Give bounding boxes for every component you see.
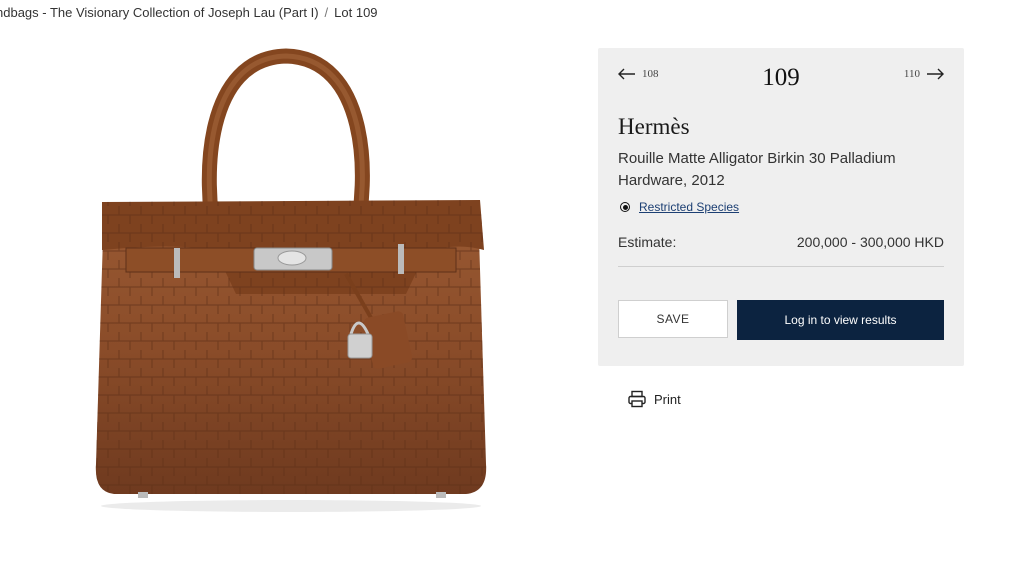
arrow-right-icon xyxy=(927,68,944,80)
estimate-row: Estimate: 200,000 - 300,000 HKD xyxy=(618,234,944,267)
breadcrumb: ndbags - The Visionary Collection of Jos… xyxy=(0,5,378,20)
next-lot-link[interactable]: 110 xyxy=(904,68,944,80)
current-lot-number: 109 xyxy=(762,64,800,91)
product-image[interactable] xyxy=(86,44,506,524)
restricted-species-icon xyxy=(620,202,630,212)
estimate-value: 200,000 - 300,000 HKD xyxy=(796,234,944,250)
handbag-image xyxy=(95,48,487,512)
restricted-species-link[interactable]: Restricted Species xyxy=(639,200,739,214)
next-lot-number: 110 xyxy=(903,68,920,80)
maker-name: Hermès xyxy=(618,114,690,139)
save-button[interactable]: SAVE xyxy=(618,300,728,338)
login-to-view-results-button[interactable]: Log in to view results xyxy=(737,300,944,340)
lot-navigation: 108 109 110 xyxy=(618,64,944,96)
breadcrumb-current: Lot 109 xyxy=(334,5,378,20)
restricted-species-notice: Restricted Species xyxy=(620,200,739,214)
lot-title: Rouille Matte Alligator Birkin 30 Pallad… xyxy=(618,150,896,189)
estimate-label: Estimate: xyxy=(618,234,677,250)
printer-icon xyxy=(628,390,646,408)
lot-details-panel: 108 109 110 Hermès Rouille Matte Alligat… xyxy=(598,48,964,366)
print-label: Print xyxy=(654,391,681,407)
print-button[interactable]: Print xyxy=(628,390,681,408)
breadcrumb-section-link[interactable]: ndbags - The Visionary Collection of Jos… xyxy=(0,5,319,20)
breadcrumb-separator: / xyxy=(324,5,329,20)
